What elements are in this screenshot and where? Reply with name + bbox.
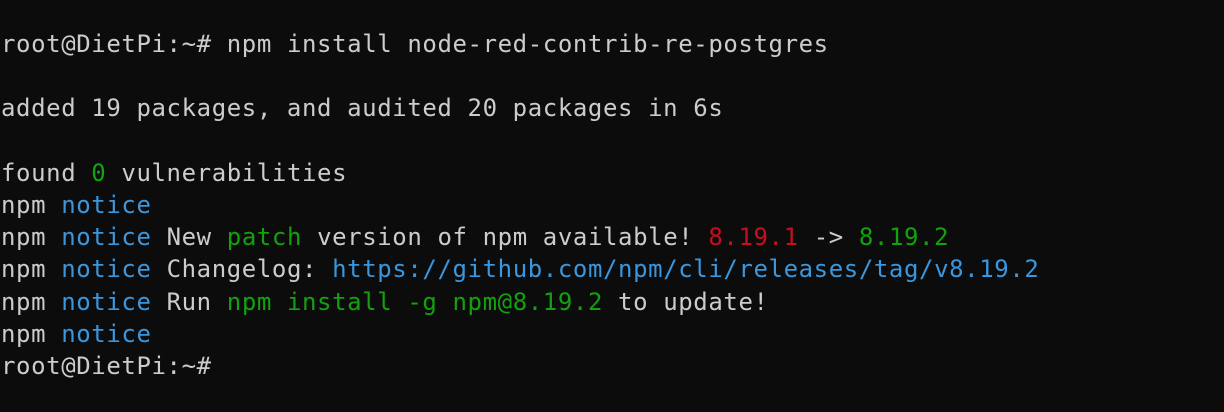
notice-label: notice xyxy=(46,255,152,284)
npm-notice-line: npm notice Changelog: https://github.com… xyxy=(1,255,1040,284)
changelog-link[interactable]: https://github.com/npm/cli/releases/tag/… xyxy=(332,255,1039,283)
vulnerabilities-line: found 0 vulnerabilities xyxy=(1,158,348,187)
npm-label: npm xyxy=(1,287,47,316)
old-version: 8.19.1 xyxy=(708,223,799,252)
notice-label: notice xyxy=(46,223,152,252)
update-command: npm install -g npm@8.19.2 xyxy=(226,287,603,316)
npm-label: npm xyxy=(1,190,47,219)
shell-prompt: root@DietPi:~# xyxy=(1,351,212,380)
patch-label: patch xyxy=(226,223,303,252)
npm-notice-line: npm notice xyxy=(0,318,1224,350)
notice-label: notice xyxy=(46,287,152,316)
npm-notice-line: npm notice xyxy=(0,189,1224,221)
shell-prompt: root@DietPi:~# xyxy=(1,30,212,58)
vulnerability-count: 0 xyxy=(91,158,107,187)
terminal-window[interactable]: root@DietPi:~# npm install node-red-cont… xyxy=(0,0,1224,412)
current-prompt-line[interactable]: root@DietPi:~# xyxy=(0,350,1224,382)
notice-label: notice xyxy=(46,319,152,348)
install-summary-line: added 19 packages, and audited 20 packag… xyxy=(0,92,1224,124)
version-arrow: -> xyxy=(798,223,859,252)
new-version: 8.19.2 xyxy=(858,223,950,252)
npm-notice-line: npm notice New patch version of npm avai… xyxy=(1,223,950,252)
npm-label: npm xyxy=(1,223,47,252)
npm-label: npm xyxy=(1,255,47,284)
command-text: npm install node-red-contrib-re-postgres xyxy=(211,30,829,58)
notice-label: notice xyxy=(46,190,152,219)
install-summary-text: added 19 packages, and audited 20 packag… xyxy=(1,94,724,123)
npm-label: npm xyxy=(1,319,47,348)
command-line: root@DietPi:~# npm install node-red-cont… xyxy=(0,28,1224,60)
npm-notice-line: npm notice Run npm install -g npm@8.19.2… xyxy=(1,287,769,316)
